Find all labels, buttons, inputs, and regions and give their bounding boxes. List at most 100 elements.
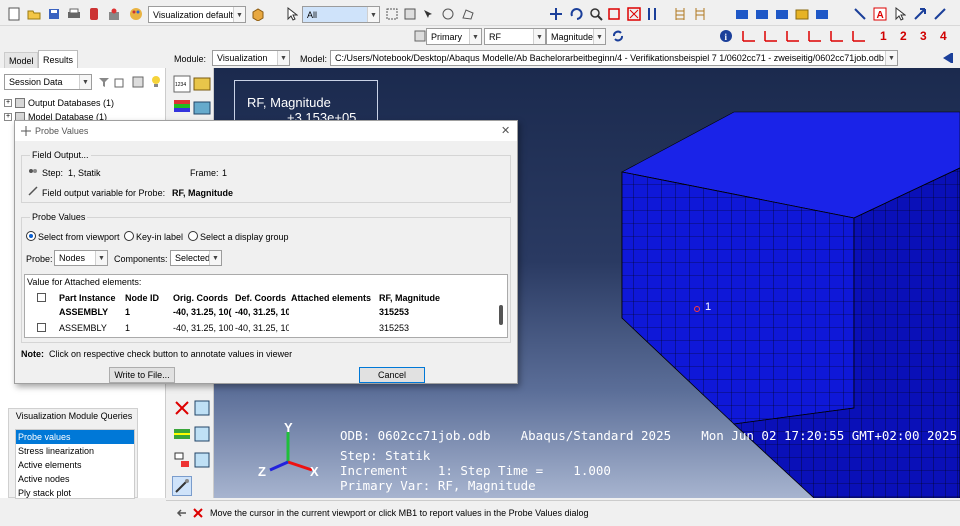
field-invariant-combo[interactable]: Magnitude ▼ — [546, 28, 606, 45]
write-to-file-button[interactable]: Write to File... — [109, 367, 175, 383]
module-combo[interactable]: Visualization ▼ — [212, 50, 290, 66]
cell-def-coords: -40, 31.25, 10 — [235, 307, 289, 317]
print-icon[interactable] — [66, 6, 82, 22]
select-pick-icon[interactable] — [420, 6, 436, 22]
xy-data-icon[interactable] — [172, 450, 192, 470]
layout-number-4[interactable]: 4 — [940, 29, 947, 43]
measure-icon[interactable] — [932, 6, 948, 22]
csys-xyz-2-icon[interactable] — [762, 28, 778, 44]
open-folder-icon[interactable] — [26, 6, 42, 22]
csys-xyz-1-icon[interactable] — [740, 28, 756, 44]
field-variable-value: RF — [489, 32, 501, 42]
tab-results[interactable]: Results — [38, 50, 78, 68]
tree-copy-icon[interactable] — [112, 74, 128, 90]
ladder-alt-icon[interactable] — [692, 6, 708, 22]
select-entities-icon[interactable] — [384, 6, 400, 22]
model-path-combo[interactable]: C:/Users/Notebook/Desktop/Abaqus Modelle… — [330, 50, 898, 66]
database-icon[interactable] — [86, 6, 102, 22]
query-item-active-elements[interactable]: Active elements — [16, 458, 134, 472]
csys-xyz-5-icon[interactable] — [828, 28, 844, 44]
magnify-icon[interactable] — [588, 6, 604, 22]
view-top-icon[interactable] — [794, 6, 810, 22]
query-item-probe-values[interactable]: Probe values — [16, 430, 134, 444]
probe-combo[interactable]: Nodes ▼ — [54, 250, 108, 266]
radio-display-group[interactable] — [188, 231, 198, 241]
pointer-icon[interactable] — [892, 6, 908, 22]
ladder-icon[interactable] — [672, 6, 688, 22]
select-polygon-icon[interactable] — [460, 6, 476, 22]
plot-undeformed-icon[interactable] — [192, 74, 212, 94]
components-combo[interactable]: Selected ▼ — [170, 250, 222, 266]
cube-render-icon[interactable] — [250, 6, 266, 22]
deformed-plot-icon[interactable] — [192, 98, 212, 118]
tree-item-output-databases[interactable]: + Output Databases (1) — [4, 96, 164, 109]
radio-select-viewport[interactable] — [26, 231, 36, 241]
query-tool-icon[interactable] — [172, 476, 192, 496]
query-item-ply-stack-plot[interactable]: Ply stack plot — [16, 486, 134, 500]
cancel-button[interactable]: Cancel — [359, 367, 425, 383]
cancel-procedure-icon[interactable] — [190, 505, 206, 521]
csys-xyz-4-icon[interactable] — [806, 28, 822, 44]
table-row[interactable]: ASSEMBLY 1 -40, 31.25, 10( -40, 31.25, 1… — [25, 305, 495, 319]
render-style-combo[interactable]: Visualization defaults ▼ — [148, 6, 246, 23]
row-checkbox[interactable] — [37, 323, 46, 332]
image-options-icon[interactable] — [106, 6, 122, 22]
cycle-views-icon[interactable] — [644, 6, 660, 22]
close-icon[interactable]: ✕ — [501, 124, 510, 137]
save-icon[interactable] — [46, 6, 62, 22]
select-arrow-icon[interactable] — [284, 6, 300, 22]
zoom-box-icon[interactable] — [606, 6, 622, 22]
arrow-annotation-icon[interactable] — [852, 6, 868, 22]
palette-icon[interactable] — [128, 6, 144, 22]
query-item-active-nodes[interactable]: Active nodes — [16, 472, 134, 486]
auto-fit-icon[interactable] — [626, 6, 642, 22]
pan-icon[interactable] — [548, 6, 564, 22]
display-group-icon[interactable] — [192, 450, 212, 470]
text-annotation-icon[interactable]: A — [872, 6, 888, 22]
contour-legend-icon[interactable]: 1234 — [172, 74, 192, 94]
tree-expand-icon[interactable] — [130, 74, 146, 90]
lightbulb-icon[interactable] — [148, 74, 164, 90]
back-arrow-icon[interactable] — [174, 505, 190, 521]
variable-icon — [28, 186, 38, 198]
view-cut-icon[interactable] — [192, 424, 212, 444]
select-circle-icon[interactable] — [440, 6, 456, 22]
dialog-titlebar[interactable]: Probe Values ✕ — [15, 121, 517, 141]
contour-plot-icon[interactable] — [172, 98, 192, 118]
header-checkbox[interactable] — [37, 293, 46, 302]
expand-plus-icon[interactable]: + — [4, 98, 12, 107]
radio-key-in[interactable] — [124, 231, 134, 241]
new-file-icon[interactable] — [6, 6, 22, 22]
field-position-combo[interactable]: Primary ▼ — [426, 28, 482, 45]
table-title: Value for Attached elements: — [27, 277, 142, 287]
expand-plus-icon[interactable]: + — [4, 112, 12, 121]
selection-filter-combo[interactable]: All ▼ — [302, 6, 380, 23]
skip-last-icon[interactable] — [940, 50, 956, 66]
csys-xyz-3-icon[interactable] — [784, 28, 800, 44]
view-back-icon[interactable] — [754, 6, 770, 22]
path-plot-icon[interactable] — [172, 424, 192, 444]
info-icon[interactable]: i — [718, 28, 734, 44]
query-info-icon[interactable] — [912, 6, 928, 22]
table-row[interactable]: ASSEMBLY 1 -40, 31.25, 100 -40, 31.25, 1… — [25, 321, 495, 335]
section-view-icon[interactable] — [172, 398, 192, 418]
table-scrollbar[interactable] — [499, 305, 503, 325]
view-iso-icon[interactable] — [774, 6, 790, 22]
tree-filter-icon[interactable] — [96, 74, 112, 90]
layout-number-1[interactable]: 1 — [880, 29, 887, 43]
context-bar: Model Results Module: Visualization ▼ Mo… — [0, 48, 960, 68]
select-region-icon[interactable] — [402, 6, 418, 22]
tab-model[interactable]: Model — [4, 52, 38, 68]
layout-number-3[interactable]: 3 — [920, 29, 927, 43]
session-data-combo[interactable]: Session Data ▼ — [4, 74, 92, 90]
rotate-icon[interactable] — [568, 6, 584, 22]
query-item-stress-linearization[interactable]: Stress linearization — [16, 444, 134, 458]
csys-xyz-6-icon[interactable] — [850, 28, 866, 44]
overlay-icon[interactable] — [192, 398, 212, 418]
layout-number-2[interactable]: 2 — [900, 29, 907, 43]
field-variable-combo[interactable]: RF ▼ — [484, 28, 546, 45]
sync-field-icon[interactable] — [610, 28, 626, 44]
view-right-icon[interactable] — [814, 6, 830, 22]
step-icon — [28, 166, 38, 178]
view-front-icon[interactable] — [734, 6, 750, 22]
